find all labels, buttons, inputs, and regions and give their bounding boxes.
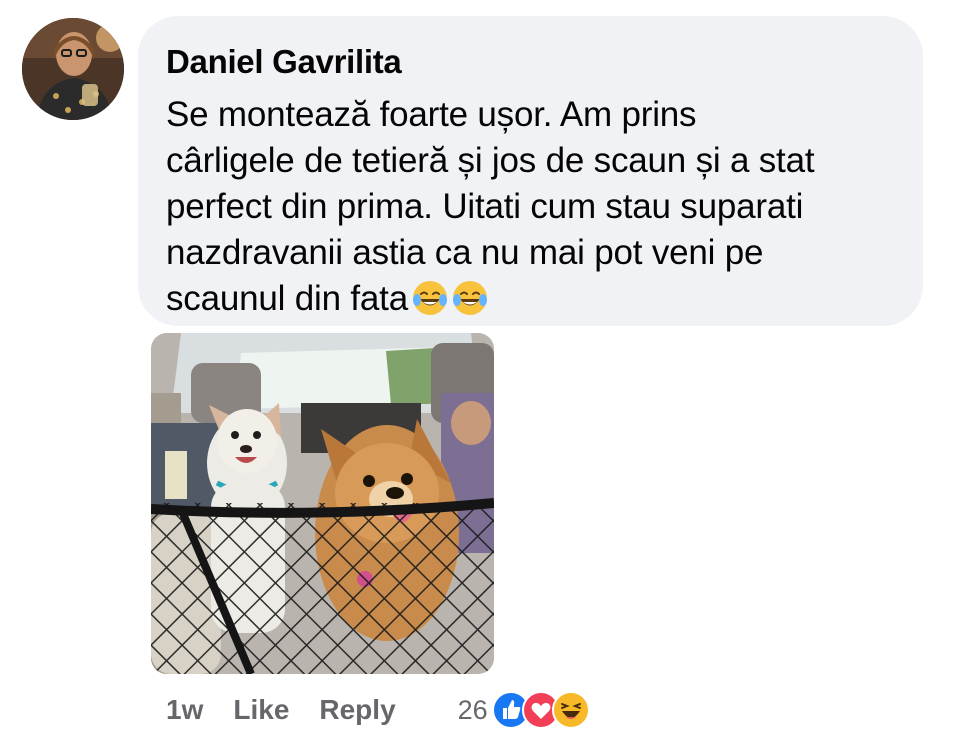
haha-reaction-icon [551, 691, 590, 729]
comment-text: Se montează foarte ușor. Am prins cârlig… [166, 92, 899, 328]
comment-author[interactable]: Daniel Gavrilita [166, 42, 899, 82]
reactions-summary[interactable]: 26 [458, 691, 590, 729]
like-button[interactable]: Like [233, 694, 289, 726]
comment-actions: 1w Like Reply 26 [166, 688, 590, 732]
dogs-photo-image [151, 333, 494, 674]
laughing-tears-emoji-icon [412, 280, 448, 328]
comment-bubble: Daniel Gavrilita Se montează foarte ușor… [138, 16, 923, 326]
reaction-icons [491, 691, 590, 729]
comment-body: Se montează foarte ușor. Am prins cârlig… [166, 95, 815, 318]
comment-thread: Daniel Gavrilita Se montează foarte ușor… [0, 0, 969, 747]
comment-photo[interactable] [151, 333, 494, 674]
comment-timestamp[interactable]: 1w [166, 694, 203, 726]
reaction-count: 26 [457, 694, 488, 725]
laughing-tears-emoji-icon [452, 280, 488, 328]
avatar-image [22, 18, 124, 120]
avatar[interactable] [22, 18, 124, 120]
reply-button[interactable]: Reply [319, 694, 395, 726]
